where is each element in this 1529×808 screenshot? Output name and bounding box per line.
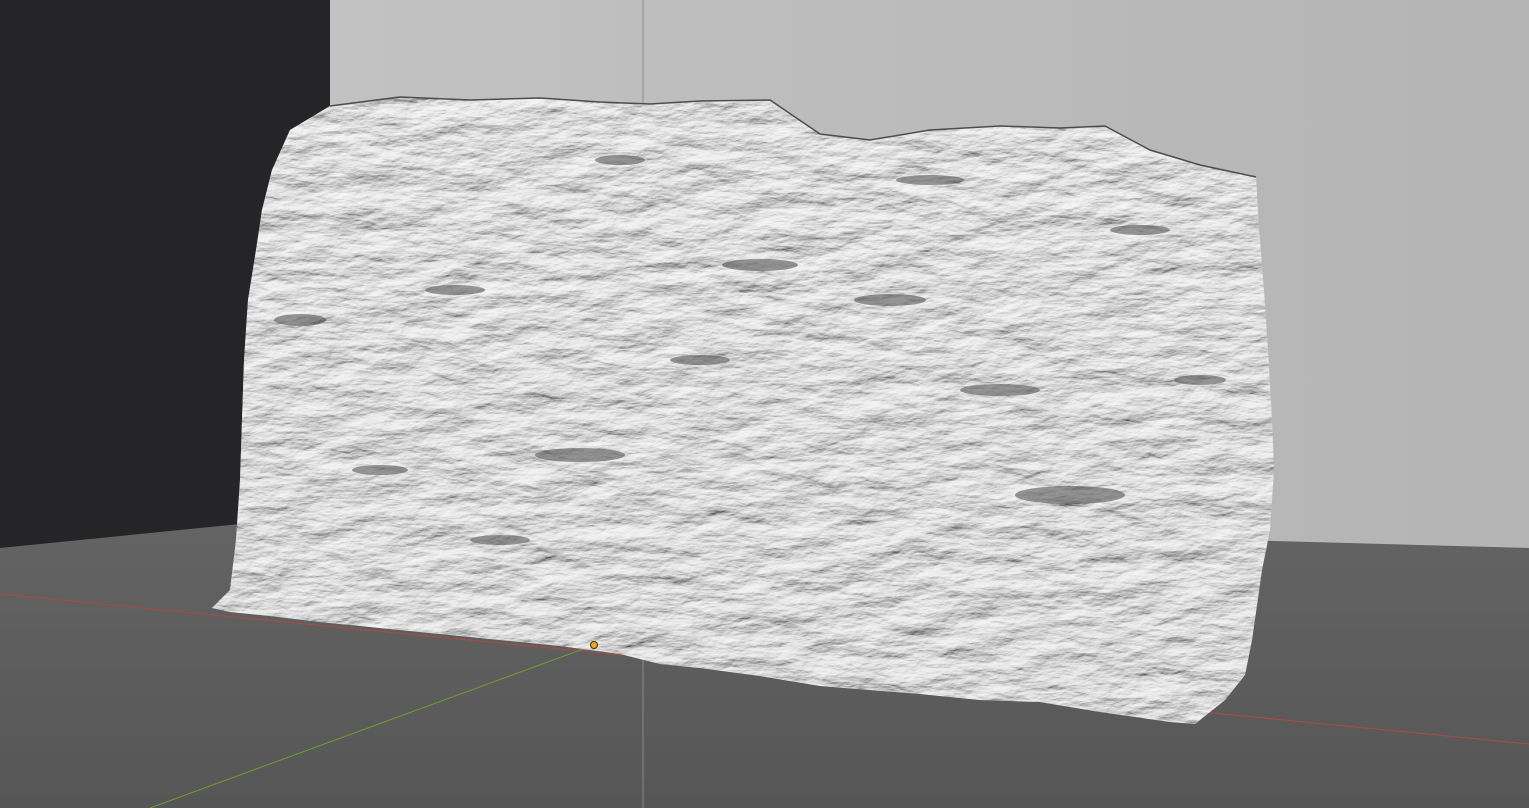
viewport-canvas[interactable] <box>0 0 1529 808</box>
3d-viewport[interactable] <box>0 0 1529 808</box>
origin-point[interactable] <box>590 641 598 649</box>
